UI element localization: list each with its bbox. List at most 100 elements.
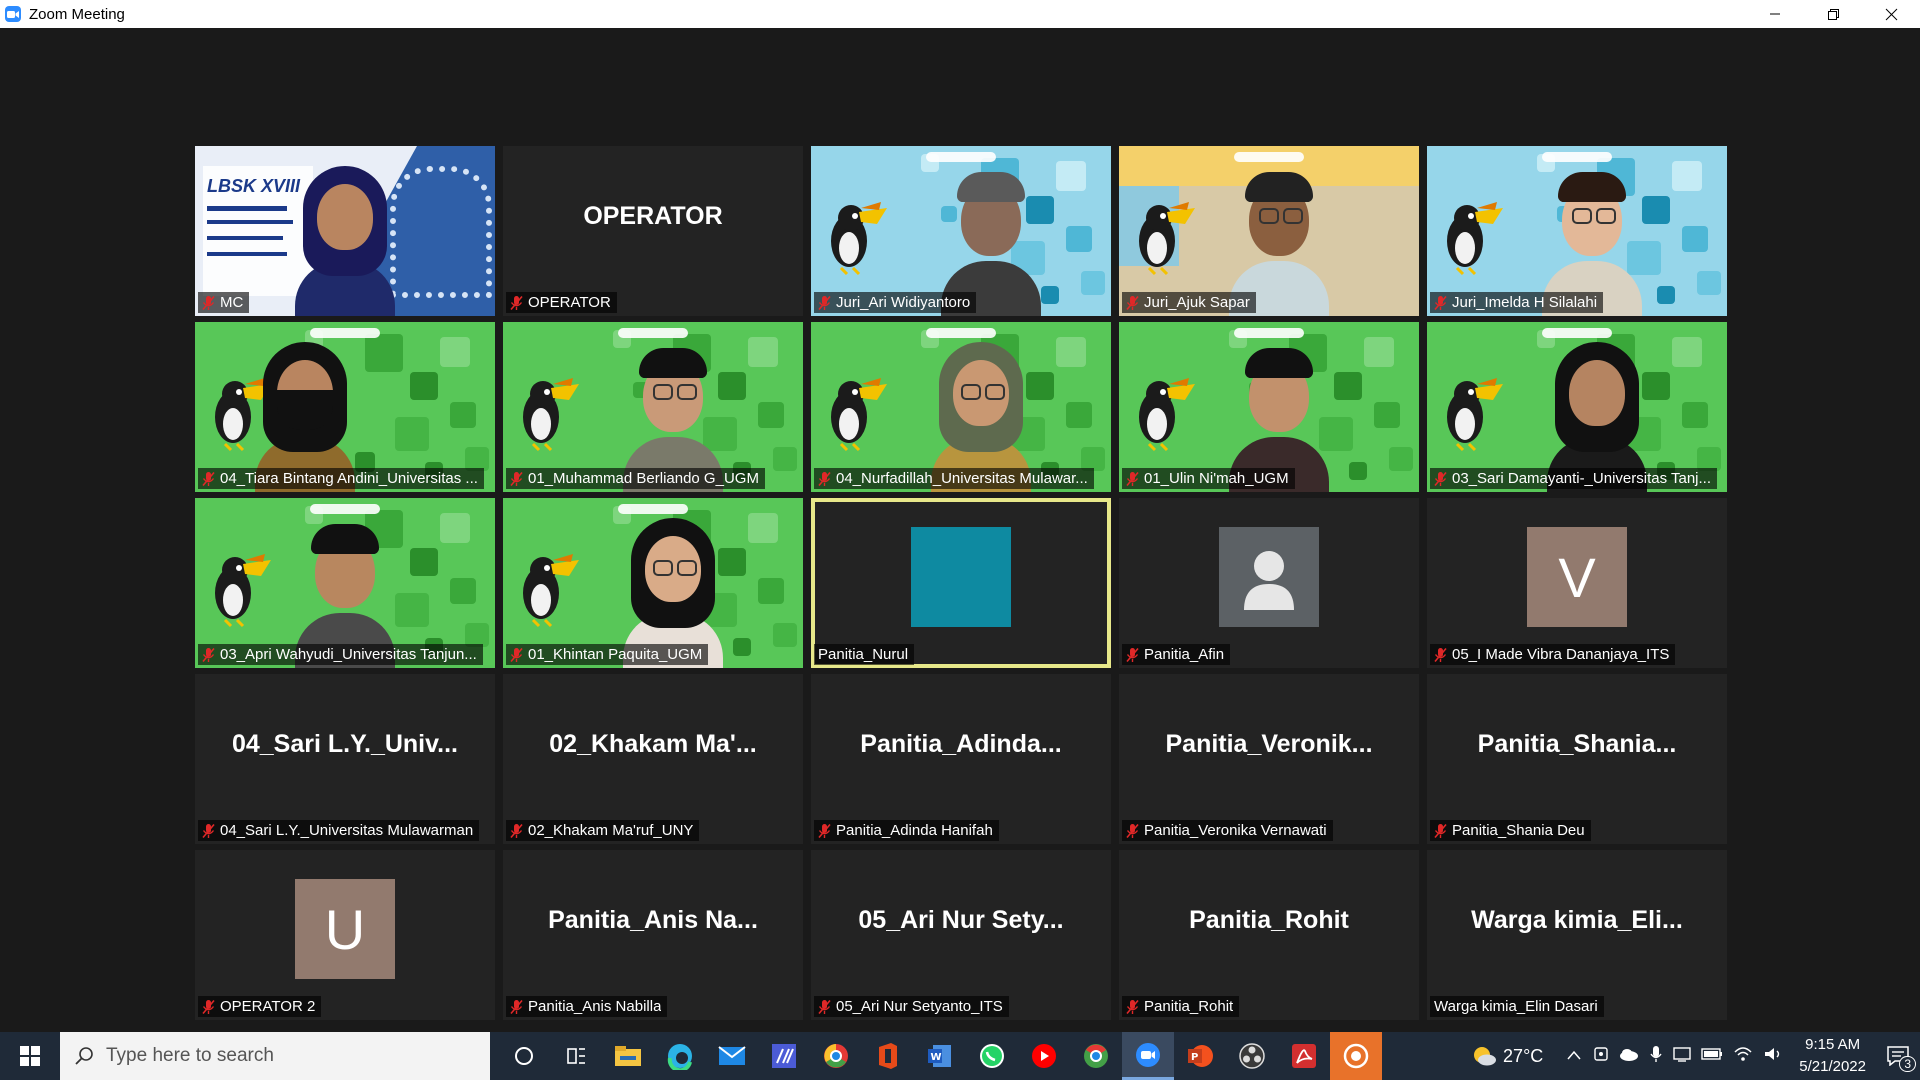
participant-name-tag: 04_Tiara Bintang Andini_Universitas ... [198, 468, 484, 489]
participant-name-tag: 01_Khintan Paquita_UGM [506, 644, 709, 665]
participant-tile[interactable]: Panitia_Shania... Panitia_Shania Deu [1427, 674, 1727, 844]
edge-browser-icon[interactable] [654, 1032, 706, 1080]
mail-icon[interactable] [706, 1032, 758, 1080]
participant-tile[interactable]: OPERATOR OPERATOR [503, 146, 803, 316]
muted-microphone-icon [510, 999, 523, 1014]
participant-name: MC [220, 294, 244, 311]
participant-name: Panitia_Adinda Hanifah [836, 822, 993, 839]
participant-tile[interactable]: Panitia_Rohit Panitia_Rohit [1119, 850, 1419, 1020]
search-placeholder: Type here to search [106, 1045, 274, 1066]
participant-name: 02_Khakam Ma'ruf_UNY [528, 822, 694, 839]
chevron-up-icon[interactable] [1567, 1047, 1581, 1065]
participant-tile[interactable]: Warga kimia_Eli... Warga kimia_Elin Dasar… [1427, 850, 1727, 1020]
participant-video-person [1219, 322, 1339, 492]
participant-tile[interactable]: 04_Tiara Bintang Andini_Universitas ... [195, 322, 495, 492]
onedrive-icon[interactable] [1619, 1047, 1639, 1066]
participant-name-tag: MC [198, 292, 250, 313]
file-explorer-icon[interactable] [602, 1032, 654, 1080]
start-button[interactable] [0, 1032, 60, 1080]
participant-tile[interactable]: 01_Muhammad Berliando G_UGM [503, 322, 803, 492]
zoom-app-icon [5, 6, 21, 22]
participant-name-tag: 04_Sari L.Y._Universitas Mulawarman [198, 820, 480, 841]
participant-tile[interactable]: 01_Khintan Paquita_UGM [503, 498, 803, 668]
muted-microphone-icon [202, 471, 215, 486]
participant-video-person [1219, 146, 1339, 316]
participant-tile[interactable]: Panitia_Veronik... Panitia_Veronika Verna… [1119, 674, 1419, 844]
participant-tile[interactable]: LBSK XVIII MC [195, 146, 495, 316]
pen-app-icon[interactable] [758, 1032, 810, 1080]
zoom-taskbar-icon[interactable] [1122, 1032, 1174, 1080]
participant-tile[interactable]: 01_Ulin Ni'mah_UGM [1119, 322, 1419, 492]
participant-tile[interactable]: 02_Khakam Ma'... 02_Khakam Ma'ruf_UNY [503, 674, 803, 844]
chrome-icon[interactable] [810, 1032, 862, 1080]
wifi-icon[interactable] [1733, 1046, 1753, 1067]
participant-name-tag: 02_Khakam Ma'ruf_UNY [506, 820, 700, 841]
default-user-avatar-icon [1219, 527, 1319, 627]
taskbar-search-box[interactable]: Type here to search [60, 1032, 490, 1080]
participant-video [811, 322, 1111, 492]
participant-name: 05_Ari Nur Setyanto_ITS [836, 998, 1003, 1015]
participant-name-tag: Panitia_Anis Nabilla [506, 996, 668, 1017]
restore-button[interactable] [1804, 0, 1862, 28]
participant-name-tag: 01_Muhammad Berliando G_UGM [506, 468, 765, 489]
mascot-illustration [523, 554, 579, 628]
participant-tile[interactable]: V 05_I Made Vibra Dananjaya_ITS [1427, 498, 1727, 668]
participant-display-name: Warga kimia_Eli... [1471, 905, 1683, 934]
participant-tile[interactable]: 03_Apri Wahyudi_Universitas Tanjun... [195, 498, 495, 668]
participant-display-name: Panitia_Anis Na... [548, 905, 758, 934]
volume-icon[interactable] [1763, 1046, 1783, 1067]
powerpoint-icon[interactable]: P [1174, 1032, 1226, 1080]
participant-name-tag: Panitia_Shania Deu [1430, 820, 1591, 841]
cortana-button[interactable] [498, 1032, 550, 1080]
participant-tile[interactable]: Panitia_Afin [1119, 498, 1419, 668]
participant-video [503, 498, 803, 668]
office-icon[interactable] [862, 1032, 914, 1080]
close-button[interactable] [1862, 0, 1920, 28]
participant-tile[interactable]: 05_Ari Nur Sety... 05_Ari Nur Setyanto_IT… [811, 850, 1111, 1020]
participant-video [1119, 146, 1419, 316]
window-title: Zoom Meeting [29, 5, 125, 23]
mascot-illustration [1447, 202, 1503, 276]
temperature-label[interactable]: 27°C [1503, 1046, 1543, 1067]
microphone-icon[interactable] [1649, 1045, 1663, 1068]
meet-now-icon[interactable] [1593, 1046, 1609, 1067]
participant-tile[interactable]: Juri_Ari Widiyantoro [811, 146, 1111, 316]
participant-tile[interactable]: Panitia_Anis Na... Panitia_Anis Nabilla [503, 850, 803, 1020]
youtube-icon[interactable] [1018, 1032, 1070, 1080]
participant-tile[interactable]: 04_Sari L.Y._Univ... 04_Sari L.Y._Univers… [195, 674, 495, 844]
participant-tile[interactable]: Panitia_Nurul [811, 498, 1111, 668]
chrome-profile-icon[interactable] [1070, 1032, 1122, 1080]
participant-name-tag: 03_Apri Wahyudi_Universitas Tanjun... [198, 644, 483, 665]
muted-microphone-icon [1434, 471, 1447, 486]
word-icon[interactable]: W [914, 1032, 966, 1080]
participant-tile[interactable]: 04_Nurfadillah_Universitas Mulawar... [811, 322, 1111, 492]
whatsapp-icon[interactable] [966, 1032, 1018, 1080]
participant-tile[interactable]: Juri_Imelda H Silalahi [1427, 146, 1727, 316]
screen-recorder-icon[interactable] [1330, 1032, 1382, 1080]
participant-display-name: Panitia_Rohit [1189, 905, 1349, 934]
participant-video-person [1532, 146, 1652, 316]
notification-badge: 3 [1899, 1056, 1916, 1072]
muted-microphone-icon [818, 999, 831, 1014]
notification-center-button[interactable]: 3 [1876, 1032, 1920, 1080]
muted-microphone-icon [510, 295, 523, 310]
taskbar-clock[interactable]: 9:15 AM 5/21/2022 [1789, 1034, 1876, 1078]
acrobat-icon[interactable] [1278, 1032, 1330, 1080]
network-share-icon[interactable] [1673, 1046, 1691, 1067]
search-icon [75, 1047, 93, 1065]
participant-video-person [931, 146, 1051, 316]
battery-icon[interactable] [1701, 1047, 1723, 1065]
participant-name: 03_Sari Damayanti-_Universitas Tanj... [1452, 470, 1712, 487]
weather-icon[interactable] [1471, 1044, 1497, 1068]
participant-tile[interactable]: U OPERATOR 2 [195, 850, 495, 1020]
minimize-button[interactable] [1746, 0, 1804, 28]
participant-video-person [921, 322, 1041, 492]
participant-tile[interactable]: 03_Sari Damayanti-_Universitas Tanj... [1427, 322, 1727, 492]
muted-microphone-icon [1126, 471, 1139, 486]
participant-tile[interactable]: Juri_Ajuk Sapar [1119, 146, 1419, 316]
participant-name: Juri_Ajuk Sapar [1144, 294, 1250, 311]
participant-name: Panitia_Rohit [1144, 998, 1234, 1015]
participant-tile[interactable]: Panitia_Adinda... Panitia_Adinda Hanifah [811, 674, 1111, 844]
task-view-button[interactable] [550, 1032, 602, 1080]
obs-icon[interactable] [1226, 1032, 1278, 1080]
